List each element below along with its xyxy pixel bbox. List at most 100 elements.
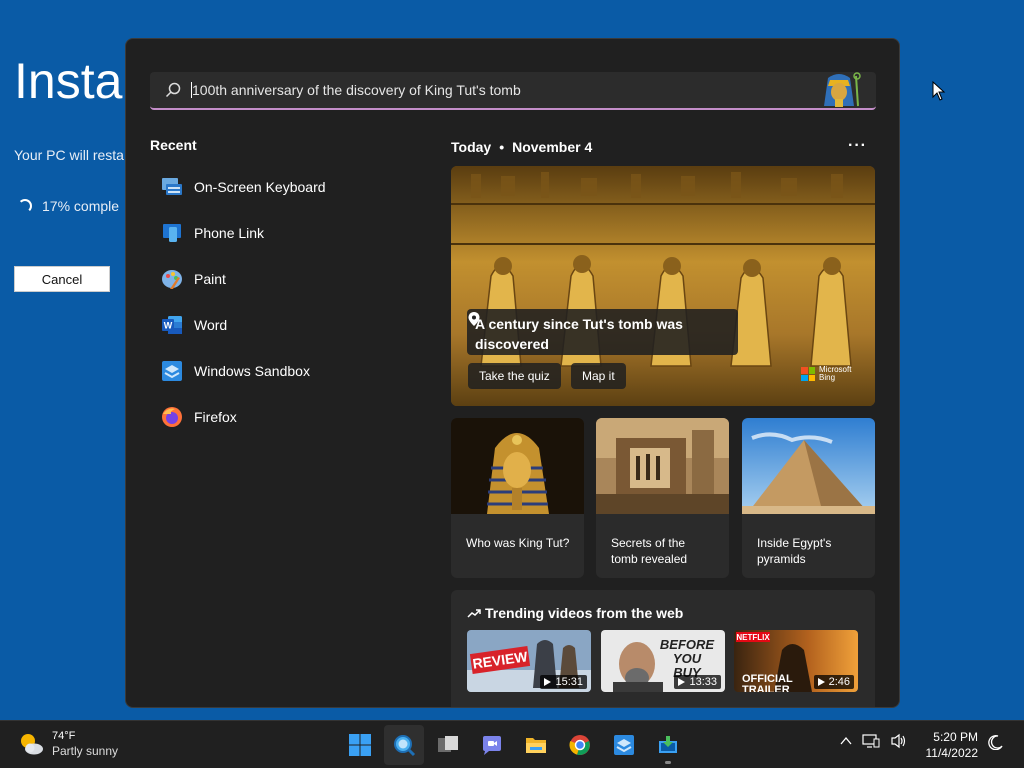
- partly-sunny-icon: [21, 734, 43, 755]
- start-button[interactable]: [340, 725, 380, 765]
- sandbox-icon: [160, 359, 184, 383]
- video-duration: 2:46: [813, 675, 854, 689]
- trending-video-3[interactable]: NETFLIX OFFICIAL TRAILER 2:46: [734, 630, 858, 692]
- video-duration: 15:31: [540, 675, 587, 689]
- hero-title: A century since Tut's tomb was discovere…: [475, 316, 683, 352]
- clock-date: 11/4/2022: [925, 746, 979, 760]
- installer-window: Instal Your PC will resta 17% comple Can…: [0, 0, 134, 720]
- hero-card[interactable]: A century since Tut's tomb was discovere…: [451, 166, 875, 406]
- location-pin-icon: [468, 312, 480, 326]
- recent-item-paint[interactable]: Paint: [150, 256, 410, 302]
- recent-item-firefox[interactable]: Firefox: [150, 394, 410, 440]
- today-date: November 4: [512, 139, 593, 155]
- topic-card-tomb-secrets[interactable]: Secrets of the tomb revealed: [596, 418, 729, 578]
- map-it-button[interactable]: Map it: [571, 363, 626, 389]
- take-quiz-button[interactable]: Take the quiz: [468, 363, 561, 389]
- task-view-button[interactable]: [428, 725, 468, 765]
- search-flyout: 100th anniversary of the discovery of Ki…: [125, 38, 900, 708]
- search-icon: [394, 735, 416, 757]
- svg-text:NETFLIX: NETFLIX: [736, 633, 770, 642]
- running-indicator: [665, 761, 671, 764]
- hero-caption: A century since Tut's tomb was discovere…: [467, 309, 738, 355]
- clock-time: 5:20 PM: [933, 730, 978, 744]
- weather-temperature: 74°F: [52, 730, 76, 742]
- trending-video-2[interactable]: BEFORE YOU BUY 13:33: [601, 630, 725, 692]
- recent-item-on-screen-keyboard[interactable]: On-Screen Keyboard: [150, 164, 410, 210]
- word-icon: W: [160, 313, 184, 337]
- topic-card-label: Who was King Tut?: [466, 536, 570, 550]
- spinner-icon: [18, 199, 32, 213]
- folder-icon: [526, 738, 546, 753]
- volume-icon[interactable]: [890, 733, 908, 749]
- recent-title: Recent: [150, 137, 197, 153]
- video-overlay-text: BEFORE: [660, 637, 715, 652]
- taskbar-search-button[interactable]: [384, 725, 424, 765]
- play-icon: [544, 678, 552, 686]
- recent-item-label: Firefox: [194, 409, 237, 425]
- phone-link-icon: [160, 221, 184, 245]
- today-label: Today: [451, 139, 492, 155]
- weather-widget[interactable]: 74°F Partly sunny: [18, 729, 118, 759]
- recent-item-windows-sandbox[interactable]: Windows Sandbox: [150, 348, 410, 394]
- today-header: Today • November 4 ···: [451, 137, 875, 157]
- system-tray: [840, 733, 908, 749]
- installer-app-button[interactable]: [648, 725, 688, 765]
- trending-video-1[interactable]: REVIEW 15:31: [467, 630, 591, 692]
- installer-subtitle: Your PC will resta: [14, 147, 124, 163]
- taskbar-apps: [340, 725, 688, 765]
- topic-card-pyramids[interactable]: Inside Egypt's pyramids: [742, 418, 875, 578]
- taskbar: 74°F Partly sunny 5:20 PM 11/4/2022: [0, 720, 1024, 768]
- microsoft-bing-logo: Microsoft Bing: [801, 366, 851, 382]
- chrome-icon: [569, 735, 590, 756]
- search-bar[interactable]: 100th anniversary of the discovery of Ki…: [150, 72, 876, 110]
- header-separator: •: [499, 139, 505, 155]
- topic-card-label: Inside Egypt's pyramids: [757, 536, 832, 566]
- keyboard-icon: [160, 175, 184, 199]
- chevron-up-icon[interactable]: [840, 735, 852, 747]
- microsoft-logo-icon: [801, 367, 815, 381]
- installer-progress-text: 17% comple: [42, 198, 120, 214]
- recent-item-label: On-Screen Keyboard: [194, 179, 326, 195]
- paint-icon: [160, 267, 184, 291]
- recent-item-label: Windows Sandbox: [194, 363, 310, 379]
- trending-videos-panel: Trending videos from the web REVIEW 15:3…: [451, 590, 875, 707]
- file-explorer-button[interactable]: [516, 725, 556, 765]
- video-duration: 13:33: [674, 675, 721, 689]
- cancel-button[interactable]: Cancel: [14, 266, 110, 292]
- recent-item-word[interactable]: W Word: [150, 302, 410, 348]
- network-icon[interactable]: [862, 733, 880, 749]
- chrome-button[interactable]: [560, 725, 600, 765]
- focus-moon-icon[interactable]: [988, 734, 1004, 750]
- sandbox-icon: [614, 735, 634, 755]
- recent-item-label: Phone Link: [194, 225, 265, 241]
- installer-progress: 17% comple: [18, 198, 119, 214]
- recent-item-label: Word: [194, 317, 228, 333]
- installer-title: Instal: [14, 53, 134, 109]
- task-view-icon: [438, 736, 458, 752]
- recent-list: On-Screen Keyboard Phone Link Paint W Wo…: [150, 164, 410, 440]
- search-icon: [165, 82, 181, 98]
- trending-title-text: Trending videos from the web: [485, 605, 684, 621]
- clock[interactable]: 5:20 PM 11/4/2022: [924, 729, 979, 761]
- pharaoh-illustration-icon: [824, 72, 861, 107]
- recent-item-phone-link[interactable]: Phone Link: [150, 210, 410, 256]
- topic-cards: Who was King Tut? Secrets of the tomb re…: [451, 418, 875, 578]
- svg-text:YOU: YOU: [673, 651, 702, 666]
- recent-item-label: Paint: [194, 271, 226, 287]
- play-icon: [678, 678, 686, 686]
- setup-icon: [659, 736, 677, 753]
- search-input[interactable]: 100th anniversary of the discovery of Ki…: [191, 82, 521, 98]
- teams-chat-icon: [483, 736, 501, 755]
- play-icon: [817, 678, 825, 686]
- firefox-icon: [160, 405, 184, 429]
- more-options-button[interactable]: ···: [848, 137, 867, 155]
- topic-card-label: Secrets of the tomb revealed: [611, 536, 688, 566]
- weather-condition: Partly sunny: [52, 744, 119, 758]
- svg-text:W: W: [164, 321, 173, 331]
- chat-button[interactable]: [472, 725, 512, 765]
- topic-card-king-tut[interactable]: Who was King Tut?: [451, 418, 584, 578]
- trending-arrow-icon: [467, 609, 481, 618]
- svg-text:TRAILER: TRAILER: [742, 684, 790, 692]
- sandbox-button[interactable]: [604, 725, 644, 765]
- mouse-cursor-icon: [932, 81, 946, 101]
